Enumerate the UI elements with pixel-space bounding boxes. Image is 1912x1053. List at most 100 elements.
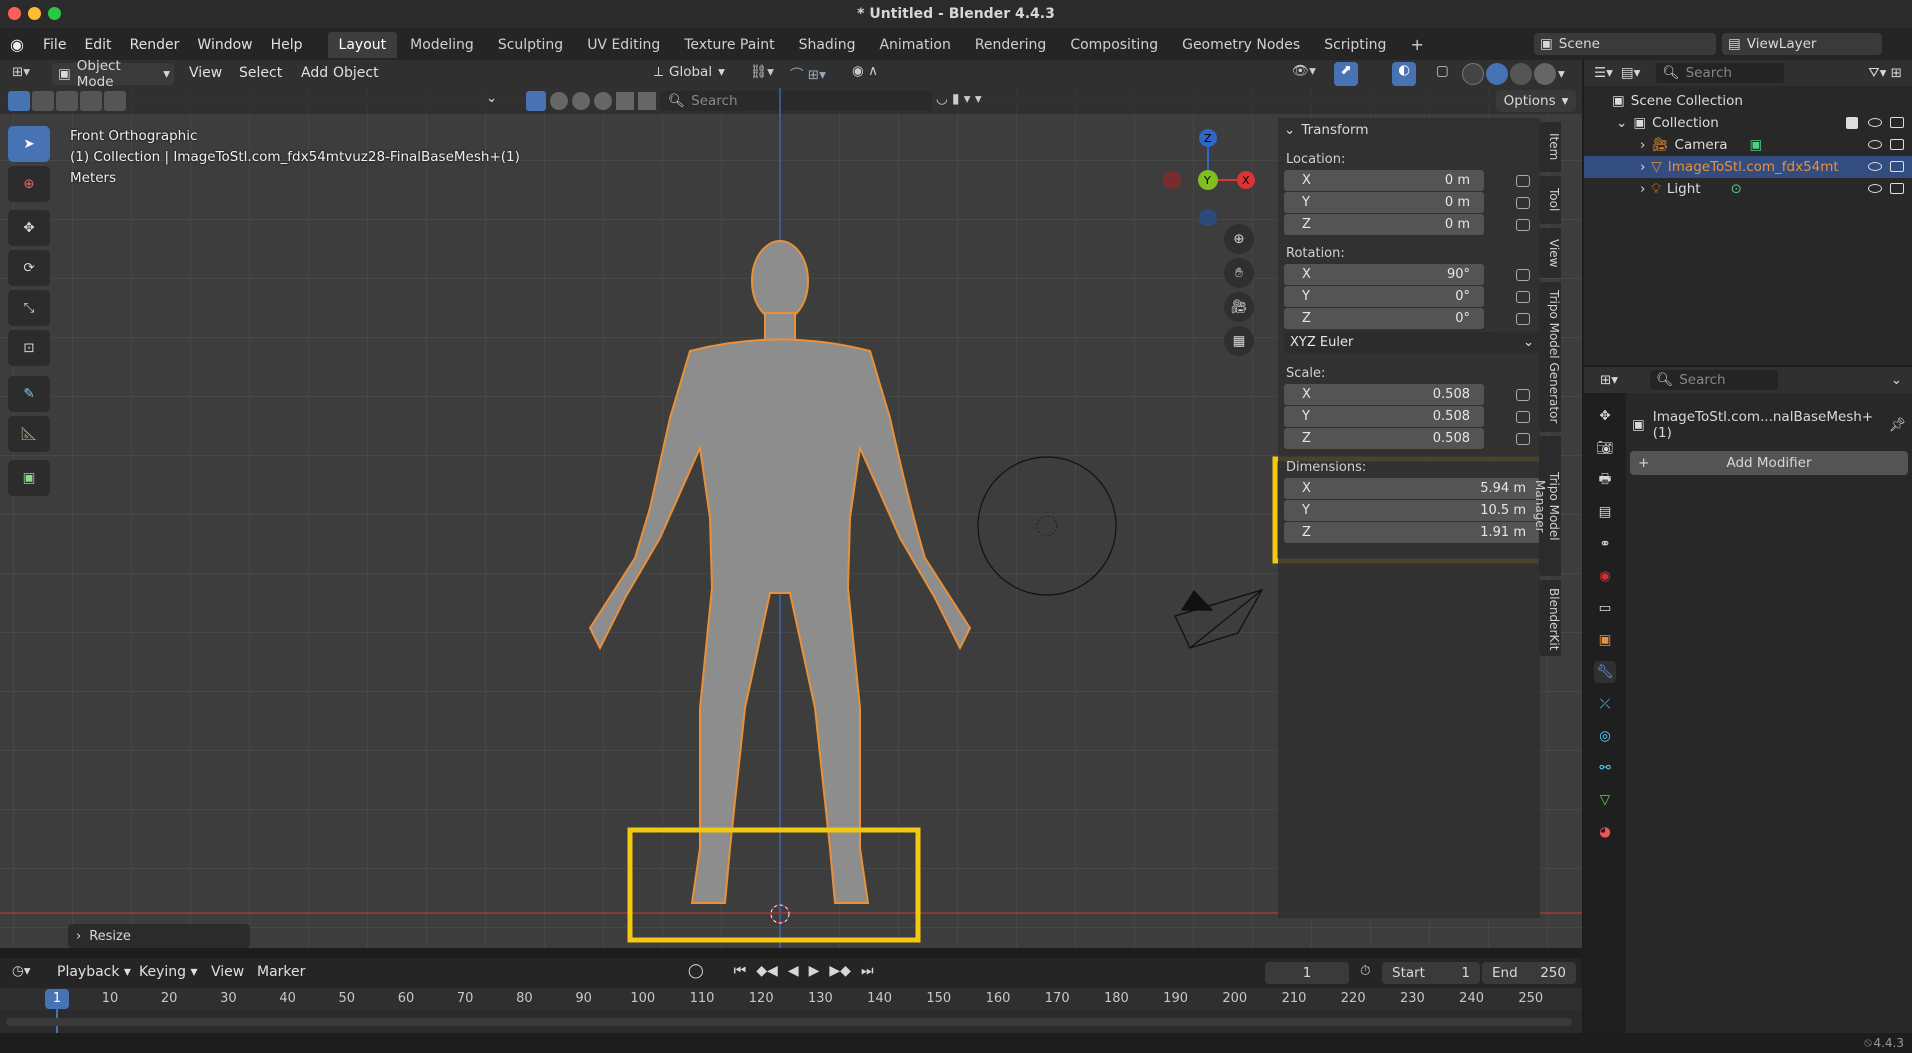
3d-viewport[interactable]: ⌄ 🔍︎ Search ◡ ▮ ▾ ▾ Options ▾ Front Orth… [0, 88, 1582, 948]
camera-render-icon[interactable] [1890, 117, 1904, 128]
outliner-scene-collection[interactable]: ▣ Scene Collection [1584, 90, 1912, 112]
rotation-x-field[interactable]: X 90° [1284, 264, 1484, 285]
start-frame-field[interactable]: Start 1 [1382, 962, 1480, 984]
render-tab-icon[interactable]: 📷︎ [1594, 437, 1616, 459]
timeline-menu-playback[interactable]: Playback ▾ [48, 964, 140, 980]
vp-menu-select[interactable]: Select [230, 65, 291, 81]
dimension-x-field[interactable]: X 5.94 m [1284, 478, 1540, 499]
rotation-y-field[interactable]: Y 0° [1284, 286, 1484, 307]
record-icon[interactable]: ◯ [688, 963, 704, 979]
add-workspace-icon[interactable]: + [1399, 30, 1434, 59]
minimize-window-button[interactable] [28, 7, 41, 20]
particles-tab-icon[interactable]: ⤫ [1594, 693, 1616, 715]
menu-help[interactable]: Help [262, 37, 312, 53]
timeline-scrollbar[interactable] [6, 1018, 1572, 1026]
menu-window[interactable]: Window [188, 37, 261, 53]
output-tab-icon[interactable]: 🖶︎ [1594, 469, 1616, 491]
constraints-tab-icon[interactable]: ⚯ [1594, 757, 1616, 779]
tab-tripo-model-generator[interactable]: Tripo Model Generator [1539, 282, 1561, 432]
material-tab-icon[interactable]: ◕ [1594, 821, 1616, 843]
camera-view-button[interactable]: 🎥︎ [1224, 292, 1254, 322]
menu-edit[interactable]: Edit [75, 37, 120, 53]
xray-icon[interactable]: ▢ [1436, 63, 1449, 79]
next-keyframe-icon[interactable]: ▶◆ [829, 963, 851, 979]
chevron-down-icon[interactable]: ⌄ [1891, 372, 1912, 388]
tab-rendering[interactable]: Rendering [964, 32, 1058, 58]
dimension-y-field[interactable]: Y 10.5 m [1284, 500, 1540, 521]
tab-layout[interactable]: Layout [327, 31, 398, 58]
wireframe-shading-icon[interactable] [1462, 63, 1484, 85]
rotation-mode-dropdown[interactable]: XYZ Euler ⌄ [1284, 332, 1540, 353]
gizmo-toggle-icon[interactable]: ⬈ [1334, 62, 1358, 86]
rendered-shading-icon[interactable] [1534, 63, 1556, 85]
outliner-item-camera[interactable]: › 🎥︎ Camera ▣ [1584, 134, 1912, 156]
scale-x-field[interactable]: X 0.508 [1284, 384, 1484, 405]
checkbox-icon[interactable] [1846, 117, 1858, 129]
frame-ruler[interactable]: 10 20 30 40 50 60 70 80 90 100 110 120 130 140 150 160 1… [0, 988, 1582, 1010]
current-frame-field[interactable]: 1 [1265, 962, 1349, 984]
zoom-button[interactable]: ⊕ [1224, 224, 1254, 254]
camera-render-icon[interactable] [1890, 139, 1904, 150]
tab-uv-editing[interactable]: UV Editing [576, 32, 671, 58]
location-z-field[interactable]: Z0 m [1284, 214, 1484, 235]
play-icon[interactable]: ▶ [809, 963, 820, 979]
tab-texture-paint[interactable]: Texture Paint [673, 32, 785, 58]
tab-sculpting[interactable]: Sculpting [487, 32, 574, 58]
tab-animation[interactable]: Animation [868, 32, 961, 58]
last-operator-panel[interactable]: › Resize [68, 924, 250, 948]
outliner-item-light[interactable]: › 💡︎ Light ⊙ [1584, 178, 1912, 200]
view-layer-tab-icon[interactable]: ▤ [1594, 501, 1616, 523]
editor-type-icon[interactable]: ⊞▾ [12, 64, 30, 80]
lock-icon[interactable] [1516, 175, 1530, 187]
tab-tool[interactable]: Tool [1539, 176, 1561, 224]
end-frame-field[interactable]: End 250 [1482, 962, 1576, 984]
outliner-item-mesh[interactable]: › ▽ ImageToStl.com_fdx54mt [1584, 156, 1912, 178]
rotation-z-field[interactable]: Z 0° [1284, 308, 1484, 329]
outliner-search-field[interactable]: 🔍︎ Search [1656, 63, 1785, 83]
visibility-icon[interactable]: 👁▾ [1292, 63, 1316, 79]
scene-tab-icon[interactable]: ⚭ [1594, 533, 1616, 555]
vp-menu-view[interactable]: View [180, 65, 231, 81]
timeline-menu-keying[interactable]: Keying ▾ [130, 964, 207, 980]
snap-icon[interactable]: ⌒ ⊞▾ [790, 63, 826, 83]
modifier-tab-icon[interactable]: 🔧︎ [1594, 661, 1616, 683]
lock-icon[interactable] [1516, 433, 1530, 445]
zoom-window-button[interactable] [48, 7, 61, 20]
properties-search-field[interactable]: 🔍︎ Search [1650, 370, 1779, 390]
timeline-body[interactable]: 10 20 30 40 50 60 70 80 90 100 110 120 130 140 150 160 1… [0, 988, 1582, 1033]
world-tab-icon[interactable]: ◉ [1594, 565, 1616, 587]
solid-shading-icon[interactable] [1486, 63, 1508, 85]
eye-icon[interactable] [1868, 118, 1882, 127]
vp-menu-object[interactable]: Object [324, 65, 388, 81]
playhead-indicator[interactable]: 1 [45, 989, 69, 1009]
pan-button[interactable]: ✋︎ [1224, 258, 1254, 288]
lock-icon[interactable] [1516, 269, 1530, 281]
dimension-z-field[interactable]: Z 1.91 m [1284, 522, 1540, 543]
pin-icon[interactable]: 📌︎ [1889, 417, 1906, 433]
jump-end-icon[interactable]: ⏭ [861, 963, 874, 979]
scale-y-field[interactable]: Y 0.508 [1284, 406, 1484, 427]
scene-selector[interactable]: ▣ Scene [1534, 33, 1716, 55]
material-shading-icon[interactable] [1510, 63, 1532, 85]
tab-modeling[interactable]: Modeling [399, 32, 485, 58]
menu-render[interactable]: Render [121, 37, 189, 53]
tab-scripting[interactable]: Scripting [1313, 32, 1397, 58]
filter-icon[interactable]: ⛛▾ ⊞ [1868, 65, 1912, 81]
clock-editor-icon[interactable]: ◷▾ [12, 963, 31, 979]
camera-render-icon[interactable] [1890, 183, 1904, 194]
tab-shading[interactable]: Shading [788, 32, 867, 58]
outliner-collection[interactable]: ⌄ ▣ Collection [1584, 112, 1912, 134]
prev-keyframe-icon[interactable]: ◆◀ [756, 963, 778, 979]
data-tab-icon[interactable]: ▽ [1594, 789, 1616, 811]
eye-icon[interactable] [1868, 184, 1882, 193]
lock-icon[interactable] [1516, 219, 1530, 231]
editor-type-icon[interactable]: ☰▾ [1594, 65, 1613, 81]
tab-item[interactable]: Item [1539, 122, 1561, 172]
add-modifier-button[interactable]: + Add Modifier [1630, 451, 1908, 475]
play-reverse-icon[interactable]: ◀ [788, 963, 799, 979]
scale-z-field[interactable]: Z 0.508 [1284, 428, 1484, 449]
pivot-icon[interactable]: ⛓▾ [750, 64, 774, 80]
blender-logo-icon[interactable]: ◉ [0, 35, 34, 54]
physics-tab-icon[interactable]: ◎ [1594, 725, 1616, 747]
view-layer-selector[interactable]: ▤ ViewLayer [1722, 33, 1882, 55]
